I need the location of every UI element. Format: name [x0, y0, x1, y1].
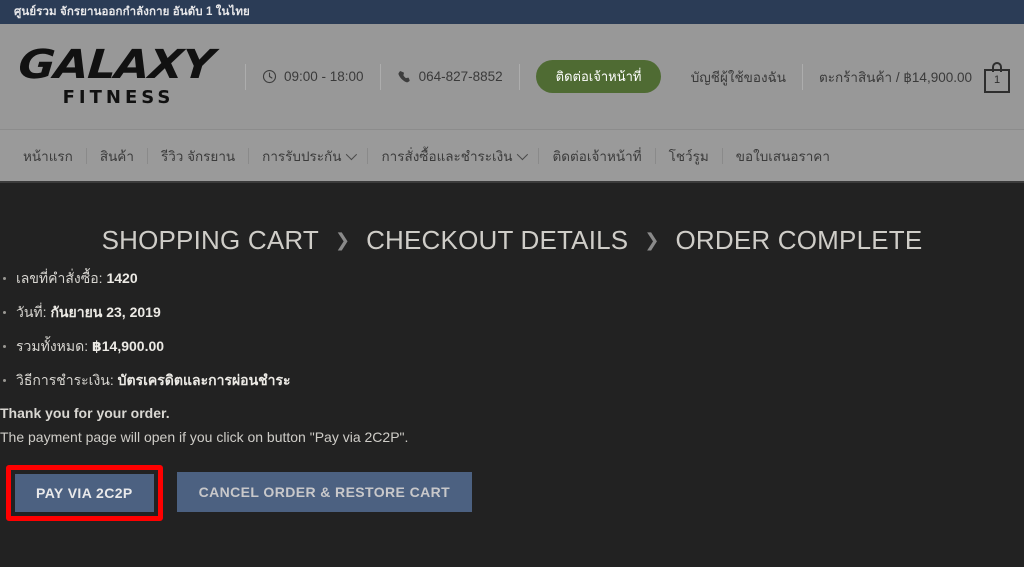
order-detail-row: วันที่: กันยายน 23, 2019 — [0, 304, 600, 320]
nav-item-label: การรับประกัน — [262, 148, 342, 164]
nav-item-0[interactable]: หน้าแรก — [10, 145, 86, 167]
page-root: ศูนย์รวม จักรยานออกกำลังกาย อันดับ 1 ในไ… — [0, 0, 1024, 567]
cart-item-count: 1 — [993, 74, 1001, 86]
chevron-down-icon — [517, 148, 529, 160]
clock-icon — [262, 69, 277, 84]
site-header: GALAXY FITNESS 09:00 - 18:00 064-827-885… — [0, 24, 1024, 129]
business-hours-text: 09:00 - 18:00 — [284, 69, 364, 84]
order-detail-row: เลขที่คำสั่งซื้อ: 1420 — [0, 270, 600, 286]
cart-icon[interactable]: 1 — [984, 61, 1010, 93]
order-summary-list: เลขที่คำสั่งซื้อ: 1420 วันที่: กันยายน 23… — [0, 270, 600, 406]
announcement-text: ศูนย์รวม จักรยานออกกำลังกาย อันดับ 1 ในไ… — [14, 6, 250, 18]
action-buttons: PAY VIA 2C2P CANCEL ORDER & RESTORE CART — [0, 465, 473, 521]
nav-item-2[interactable]: รีวิว จักรยาน — [148, 145, 248, 167]
nav-item-label: การสั่งซื้อและชำระเงิน — [381, 148, 513, 164]
nav-item-label: โชว์รูม — [668, 148, 709, 164]
nav-item-label: หน้าแรก — [23, 148, 73, 164]
phone-number-text: 064-827-8852 — [418, 69, 503, 84]
logo-wordmark: GALAXY — [17, 42, 216, 88]
order-detail-value: 1420 — [106, 270, 138, 286]
phone-number[interactable]: 064-827-8852 — [381, 69, 519, 84]
step-separator-icon: ❯ — [334, 230, 351, 250]
announcement-bar: ศูนย์รวม จักรยานออกกำลังกาย อันดับ 1 ในไ… — [0, 0, 1024, 24]
pay-via-2c2p-button[interactable]: PAY VIA 2C2P — [15, 474, 154, 512]
order-detail-value: กันยายน 23, 2019 — [50, 304, 161, 320]
divider — [518, 63, 520, 90]
order-detail-label: เลขที่คำสั่งซื้อ: — [16, 270, 107, 286]
cart-link[interactable]: ตะกร้าสินค้า / ฿14,900.00 — [803, 66, 982, 88]
nav-item-7[interactable]: ขอใบเสนอราคา — [723, 145, 843, 167]
checkout-step-0[interactable]: SHOPPING CART — [102, 225, 319, 256]
pay-button-highlight: PAY VIA 2C2P — [6, 465, 163, 521]
nav-item-label: ขอใบเสนอราคา — [735, 148, 830, 164]
order-detail-row: รวมทั้งหมด: ฿14,900.00 — [0, 338, 600, 354]
phone-icon — [397, 69, 412, 84]
order-detail-label: วิธีการชำระเงิน: — [16, 372, 118, 388]
logo-subtitle: FITNESS — [62, 87, 175, 108]
header-info-group: 09:00 - 18:00 064-827-8852 ติดต่อเจ้าหน้… — [245, 60, 662, 93]
nav-item-label: รีวิว จักรยาน — [160, 148, 236, 164]
order-detail-row: วิธีการชำระเงิน: บัตรเครดิตและการผ่อนชำร… — [0, 372, 600, 388]
main-navigation: หน้าแรก สินค้า รีวิว จักรยาน การรับประกัน กา… — [0, 129, 1024, 183]
chevron-down-icon — [346, 148, 358, 160]
contact-staff-button[interactable]: ติดต่อเจ้าหน้าที่ — [535, 60, 662, 93]
header-right-group: บัญชีผู้ใช้ของฉัน ตะกร้าสินค้า / ฿14,900… — [675, 61, 1010, 93]
my-account-link[interactable]: บัญชีผู้ใช้ของฉัน — [675, 66, 802, 88]
checkout-step-1[interactable]: CHECKOUT DETAILS — [366, 225, 628, 256]
nav-item-label: ติดต่อเจ้าหน้าที่ — [552, 148, 642, 164]
order-detail-label: รวมทั้งหมด: — [16, 338, 93, 354]
thank-you-message: Thank you for your order. — [0, 405, 170, 421]
checkout-step-2[interactable]: ORDER COMPLETE — [675, 225, 922, 256]
nav-item-1[interactable]: สินค้า — [87, 145, 147, 167]
order-detail-label: วันที่: — [16, 304, 51, 320]
nav-item-4[interactable]: การสั่งซื้อและชำระเงิน — [368, 145, 538, 167]
cart-bag-shape: 1 — [984, 68, 1010, 93]
site-logo[interactable]: GALAXY FITNESS — [14, 42, 219, 108]
order-detail-value: ฿14,900.00 — [92, 338, 165, 354]
nav-item-5[interactable]: ติดต่อเจ้าหน้าที่ — [539, 145, 654, 167]
nav-item-3[interactable]: การรับประกัน — [249, 145, 367, 167]
business-hours: 09:00 - 18:00 — [246, 69, 380, 84]
step-separator-icon: ❯ — [644, 230, 660, 250]
cancel-order-button[interactable]: CANCEL ORDER & RESTORE CART — [176, 472, 473, 512]
order-detail-value: บัตรเครดิตและการผ่อนชำระ — [117, 372, 291, 388]
main-content: SHOPPING CART ❯ CHECKOUT DETAILS ❯ ORDER COM… — [0, 183, 1024, 565]
payment-instruction-text: The payment page will open if you click … — [0, 429, 409, 445]
nav-item-6[interactable]: โชว์รูม — [656, 145, 722, 167]
nav-item-label: สินค้า — [99, 148, 134, 164]
checkout-steps: SHOPPING CART ❯ CHECKOUT DETAILS ❯ ORDER COM… — [0, 183, 1024, 256]
